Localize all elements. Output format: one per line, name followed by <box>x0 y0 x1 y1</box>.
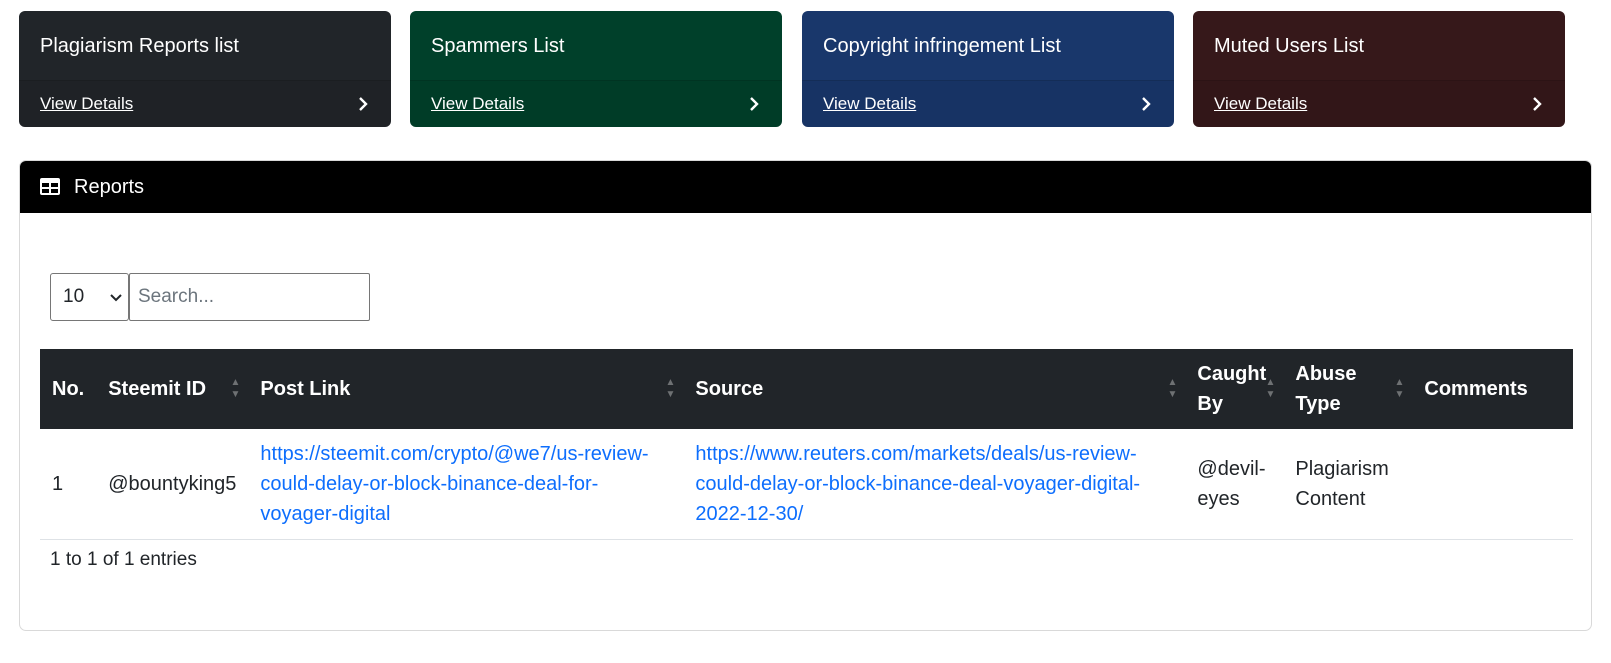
card-footer[interactable]: View Details <box>1193 81 1565 127</box>
column-header-source[interactable]: Source ▲ ▼ <box>683 349 1185 429</box>
card-footer[interactable]: View Details <box>410 81 782 127</box>
chevron-down-icon <box>110 286 122 308</box>
muted-users-card: Muted Users List View Details <box>1193 11 1565 127</box>
column-header-abuse-type[interactable]: Abuse Type ▲ ▼ <box>1283 349 1412 429</box>
spammers-list-card: Spammers List View Details <box>410 11 782 127</box>
copyright-infringement-card: Copyright infringement List View Details <box>802 11 1174 127</box>
view-details-link[interactable]: View Details <box>431 94 524 114</box>
plagiarism-reports-card: Plagiarism Reports list View Details <box>19 11 391 127</box>
summary-cards: Plagiarism Reports list View Details Spa… <box>19 11 1592 127</box>
search-input[interactable] <box>129 273 370 321</box>
page-size-select[interactable]: 10 <box>50 273 129 321</box>
panel-header: Reports <box>20 161 1591 213</box>
chevron-right-icon <box>747 97 761 111</box>
page-size-value: 10 <box>63 286 85 307</box>
cell-no: 1 <box>40 429 97 540</box>
column-header-caught-by[interactable]: Caught By ▲ ▼ <box>1185 349 1283 429</box>
chevron-right-icon <box>1530 97 1544 111</box>
table-header-row: No. Steemit ID ▲ ▼ Post Link ▲ ▼ Source ▲ ▼ Ca… <box>40 349 1573 429</box>
post-link[interactable]: https://steemit.com/crypto/@we7/us-revie… <box>260 443 648 525</box>
sort-icon: ▲ ▼ <box>1265 377 1276 400</box>
card-footer[interactable]: View Details <box>19 81 391 127</box>
view-details-link[interactable]: View Details <box>823 94 916 114</box>
column-header-steemit-id[interactable]: Steemit ID ▲ ▼ <box>96 349 248 429</box>
card-title: Plagiarism Reports list <box>19 11 391 81</box>
sort-icon: ▲ ▼ <box>1167 377 1178 400</box>
sort-icon: ▲ ▼ <box>230 377 241 400</box>
reports-table: No. Steemit ID ▲ ▼ Post Link ▲ ▼ Source ▲ ▼ Ca… <box>40 349 1573 540</box>
cell-source: https://www.reuters.com/markets/deals/us… <box>683 429 1186 540</box>
card-title: Spammers List <box>410 11 782 81</box>
view-details-link[interactable]: View Details <box>40 94 133 114</box>
sort-icon: ▲ ▼ <box>1394 377 1405 400</box>
chevron-right-icon <box>1139 97 1153 111</box>
column-header-post-link[interactable]: Post Link ▲ ▼ <box>248 349 683 429</box>
column-header-no[interactable]: No. <box>40 349 96 429</box>
column-header-comments[interactable]: Comments <box>1412 349 1573 429</box>
sort-icon: ▲ ▼ <box>665 377 676 400</box>
table-controls: 10 <box>50 273 370 321</box>
view-details-link[interactable]: View Details <box>1214 94 1307 114</box>
cell-caught-by: @devil-eyes <box>1185 429 1284 540</box>
cell-abuse-type: Plagiarism Content <box>1283 429 1413 540</box>
card-footer[interactable]: View Details <box>802 81 1174 127</box>
card-title: Copyright infringement List <box>802 11 1174 81</box>
chevron-right-icon <box>356 97 370 111</box>
cell-post-link: https://steemit.com/crypto/@we7/us-revie… <box>248 429 684 540</box>
card-title: Muted Users List <box>1193 11 1565 81</box>
cell-steemit-id: @bountyking5 <box>96 429 249 540</box>
table-info: 1 to 1 of 1 entries <box>50 549 197 570</box>
source-link[interactable]: https://www.reuters.com/markets/deals/us… <box>695 443 1140 525</box>
reports-panel: Reports 10 No. Steemit ID▲▼ Post Link▲▼ … <box>19 160 1592 631</box>
table-row: 1 @bountyking5 https://steemit.com/crypt… <box>40 429 1573 540</box>
panel-title: Reports <box>74 175 145 198</box>
table-icon <box>40 178 62 196</box>
cell-comments <box>1412 429 1573 540</box>
